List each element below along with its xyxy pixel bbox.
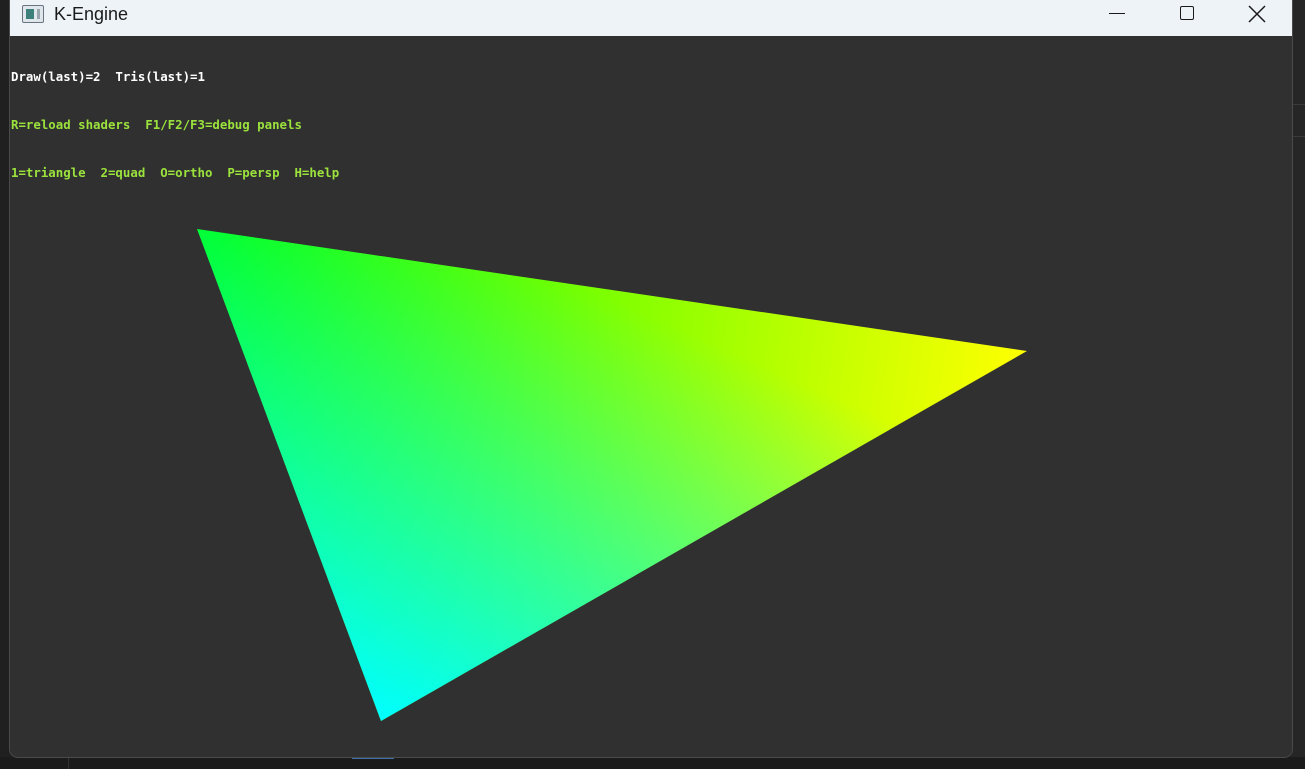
- maximize-icon: [1180, 6, 1194, 20]
- title-bar[interactable]: K-Engine: [10, 0, 1292, 36]
- hud-help-line: 1=triangle 2=quad O=ortho P=persp H=help: [11, 165, 340, 180]
- minimize-icon: [1109, 13, 1125, 14]
- render-viewport[interactable]: Draw(last)=2 Tris(last)=1 R=reload shade…: [10, 36, 1292, 757]
- maximize-button[interactable]: [1152, 0, 1222, 28]
- triangle-vertex-blend: [197, 229, 1027, 721]
- background-window-divider: [1291, 136, 1305, 137]
- hud-help-line: R=reload shaders F1/F2/F3=debug panels: [11, 117, 302, 132]
- background-window-edge: [1291, 0, 1305, 769]
- minimize-button[interactable]: [1082, 0, 1152, 28]
- app-window: K-Engine Draw(last)=2 Tris(last)=1 R=rel…: [10, 0, 1292, 757]
- hud-stats: Draw(last)=2 Tris(last)=1: [11, 69, 205, 84]
- window-title: K-Engine: [54, 4, 129, 24]
- background-bottom-segment: [0, 757, 69, 769]
- background-tab-accent: [352, 757, 394, 759]
- close-button[interactable]: [1222, 0, 1292, 28]
- app-icon[interactable]: [22, 5, 44, 23]
- app-icon-strip: [37, 9, 40, 19]
- close-icon: [1248, 5, 1266, 23]
- debug-hud: Draw(last)=2 Tris(last)=1 R=reload shade…: [11, 37, 339, 213]
- background-bottom-bar: [0, 757, 1305, 769]
- background-window-divider: [1291, 104, 1305, 105]
- app-icon-panel: [26, 9, 34, 19]
